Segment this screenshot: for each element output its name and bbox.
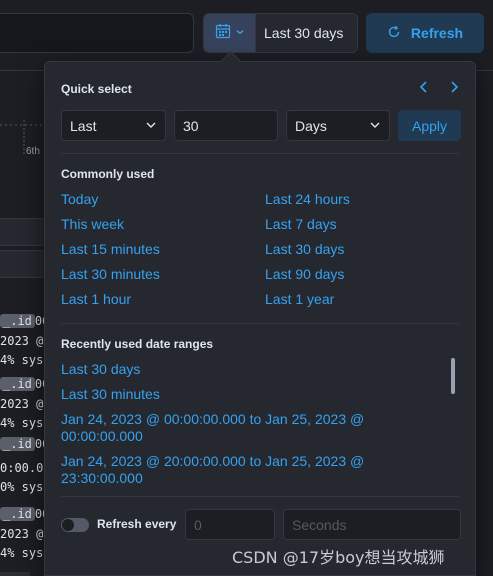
chevron-down-icon [145, 118, 157, 134]
calendar-icon [215, 23, 231, 44]
log-line: 0:00.00 [0, 461, 51, 475]
table-header-band [0, 250, 45, 278]
divider [61, 323, 459, 324]
query-input[interactable] [0, 13, 194, 53]
field-tag: _.id [0, 314, 35, 328]
commonly-used-item[interactable]: Last 90 days [265, 266, 344, 282]
scrollbar[interactable] [451, 358, 455, 394]
log-line: 2023 @ [0, 527, 43, 541]
log-text: 4% sys [0, 416, 44, 430]
commonly-used-item[interactable]: Last 15 minutes [61, 241, 160, 257]
refresh-interval-input[interactable]: 0 [185, 509, 275, 540]
commonly-used-item[interactable]: Last 30 days [265, 241, 344, 257]
direction-value: Last [70, 117, 97, 134]
refresh-unit-select[interactable]: Seconds [283, 509, 461, 540]
commonly-used-item[interactable]: Last 30 minutes [61, 266, 160, 282]
field-tag: _.id [0, 437, 35, 451]
commonly-used-title: Commonly used [61, 167, 155, 181]
refresh-button[interactable]: Refresh [366, 13, 484, 53]
log-line: _.id 06 [0, 377, 49, 391]
date-picker[interactable]: Last 30 days [203, 13, 358, 53]
commonly-used-item[interactable]: This week [61, 216, 124, 232]
unit-value: Days [295, 117, 327, 134]
recently-used-title: Recently used date ranges [61, 337, 214, 351]
log-text: 4% sys [0, 353, 44, 367]
chart-tick-label: 6th [26, 146, 40, 157]
log-text: 2023 @ [0, 397, 44, 411]
log-line: _.id 06 [0, 507, 49, 521]
field-tag: _.id [0, 507, 35, 521]
recent-range-item[interactable]: Jan 24, 2023 @ 00:00:00.000 to Jan 25, 2… [61, 411, 431, 445]
toggle-knob [62, 519, 74, 531]
refresh-icon [387, 25, 401, 42]
commonly-used-item[interactable]: Today [61, 191, 98, 207]
log-text: 2023 @ [0, 527, 44, 541]
date-range-label[interactable]: Last 30 days [256, 14, 357, 52]
log-text: 0% sys [0, 480, 44, 494]
refresh-label: Refresh [410, 25, 464, 41]
commonly-used-item[interactable]: Last 1 year [265, 291, 334, 307]
divider [61, 153, 459, 154]
recent-range-item[interactable]: Last 30 minutes [61, 386, 431, 403]
chevron-left-icon[interactable] [419, 80, 429, 99]
watermark: CSDN @17岁boy想当攻城狮 [232, 548, 445, 567]
commonly-used-item[interactable]: Last 7 days [265, 216, 337, 232]
top-bar: Last 30 days Refresh [0, 0, 493, 64]
quantity-input[interactable]: 30 [174, 110, 278, 141]
log-line: _.id 06 [0, 437, 49, 451]
bottom-block [0, 572, 30, 576]
histogram-chart [0, 120, 45, 155]
divider [61, 496, 459, 497]
chevron-down-icon [235, 24, 245, 42]
apply-button[interactable]: Apply [398, 110, 461, 141]
date-picker-popover: Quick select Last 30 Days Apply Commonly… [44, 51, 476, 576]
commonly-used-item[interactable]: Last 24 hours [265, 191, 350, 207]
log-text: 2023 @ [0, 334, 44, 348]
quick-select-title: Quick select [61, 82, 132, 96]
log-line: _.id 06 [0, 314, 49, 328]
log-line: 2023 @ [0, 334, 43, 348]
log-line: 4% sys [0, 416, 43, 430]
log-line: 0% sys [0, 480, 43, 494]
log-line: 2023 @ [0, 397, 43, 411]
log-line: 4% sys [0, 546, 43, 560]
log-text: 0:00.00 [0, 461, 51, 475]
recent-range-item[interactable]: Last 30 days [61, 361, 431, 378]
log-text: 4% sys [0, 546, 44, 560]
field-tag: _.id [0, 377, 35, 391]
table-header-band [0, 218, 45, 246]
period-nav [419, 80, 459, 99]
chevron-down-icon [369, 118, 381, 134]
refresh-every-label: Refresh every [97, 517, 177, 531]
quick-menu-button[interactable] [204, 14, 256, 52]
log-line: 4% sys [0, 353, 43, 367]
unit-select[interactable]: Days [286, 110, 390, 141]
direction-select[interactable]: Last [61, 110, 166, 141]
commonly-used-item[interactable]: Last 1 hour [61, 291, 131, 307]
recent-range-item[interactable]: Jan 24, 2023 @ 20:00:00.000 to Jan 25, 2… [61, 453, 431, 487]
chevron-right-icon[interactable] [449, 80, 459, 99]
refresh-toggle[interactable] [61, 518, 89, 532]
